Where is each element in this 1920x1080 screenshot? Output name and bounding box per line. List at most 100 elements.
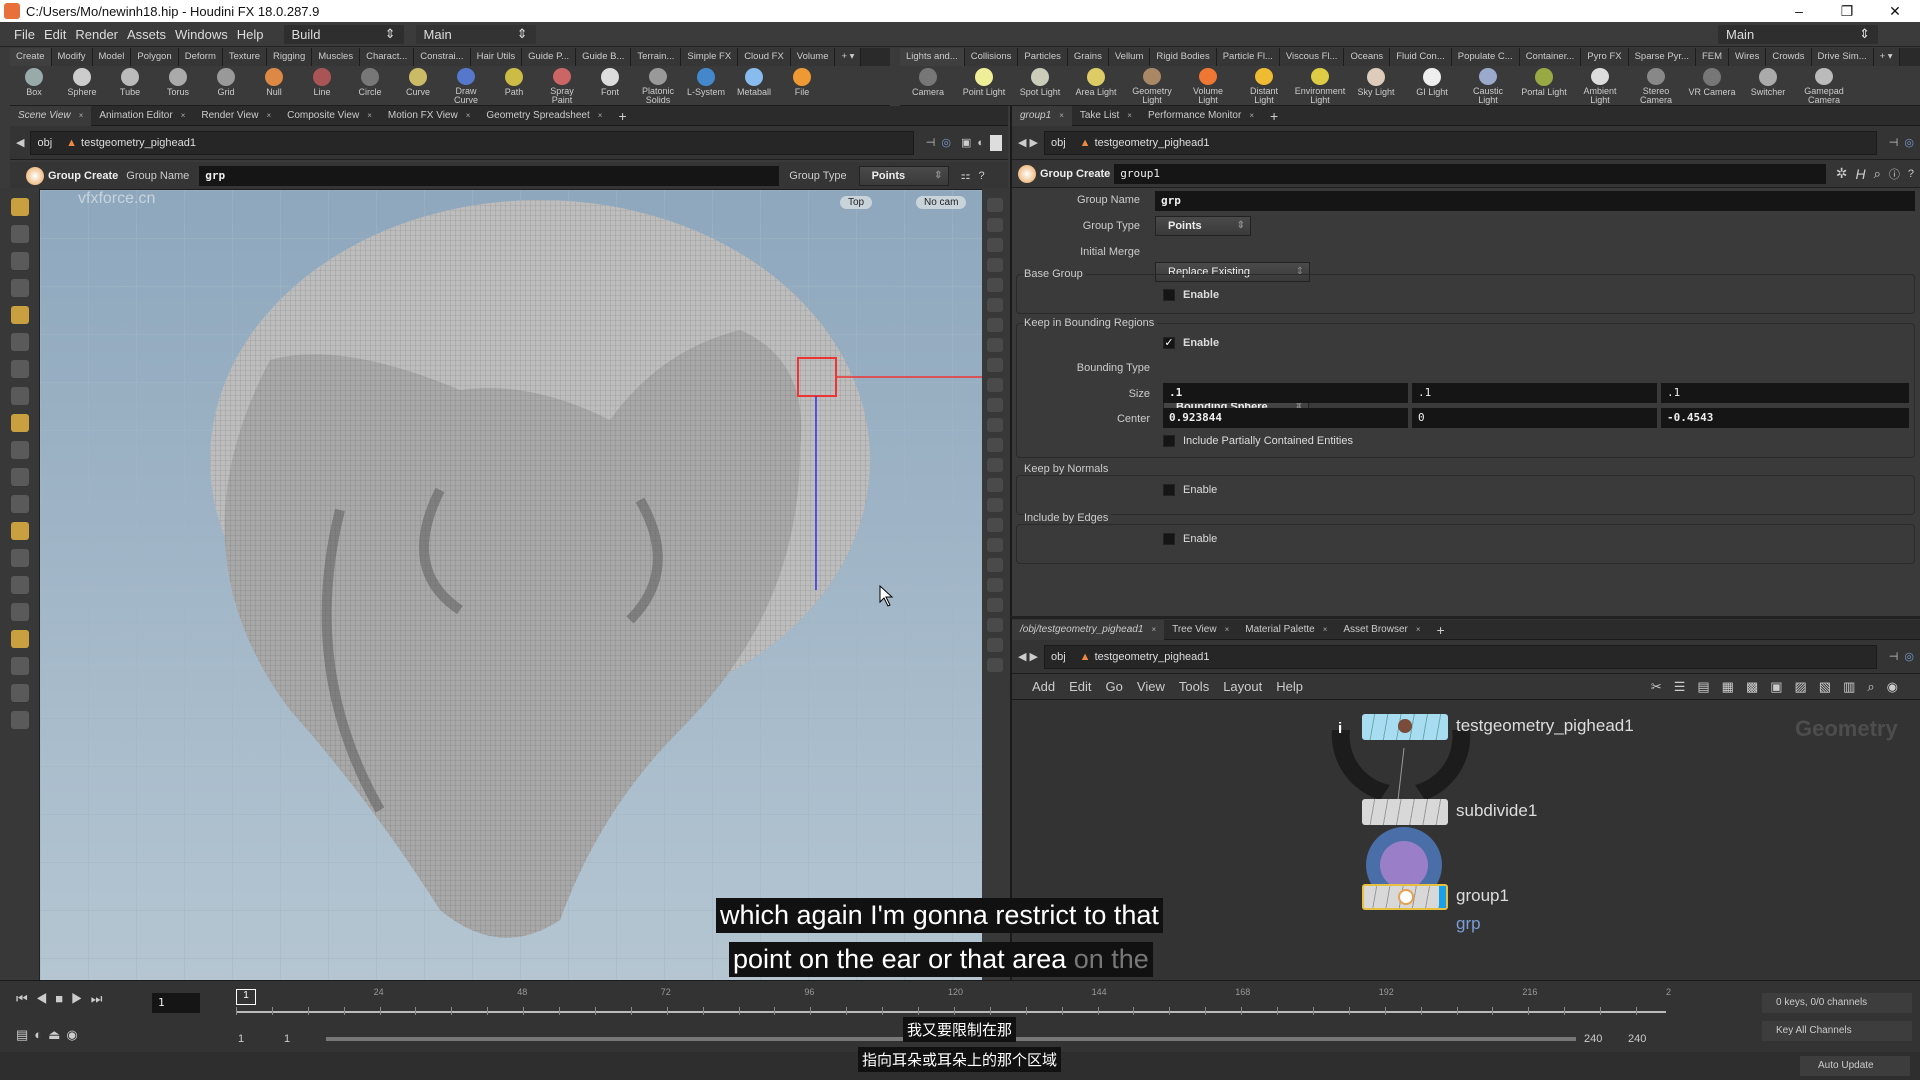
shelf-tab[interactable]: Rigid Bodies (1150, 48, 1217, 66)
viewport-tool-icon[interactable] (987, 518, 1003, 532)
range-end[interactable]: 240 (1584, 1033, 1602, 1045)
group-name-input[interactable]: grp (199, 165, 780, 186)
size-x-input[interactable]: .1 (1163, 383, 1408, 403)
add-tab-button[interactable]: + (1262, 106, 1286, 126)
shelf-tool[interactable]: Stereo Camera (1628, 66, 1684, 105)
viewport-tool-icon[interactable] (11, 252, 29, 270)
viewport-tool-icon[interactable] (987, 478, 1003, 492)
viewport-tool-icon[interactable] (11, 279, 29, 297)
shelf-tab[interactable]: FEM (1695, 48, 1730, 66)
shelf-tool[interactable]: Gamepad Camera (1796, 66, 1852, 105)
tab-take-list[interactable]: Take List × (1072, 106, 1140, 126)
center-z-input[interactable]: -0.4543 (1661, 408, 1909, 428)
shelf-tool[interactable]: Sphere (58, 66, 106, 105)
tab-asset-browser[interactable]: Asset Browser × (1335, 620, 1428, 640)
viewport-tool-icon[interactable] (987, 578, 1003, 592)
viewport-tool-icon[interactable] (987, 378, 1003, 392)
shelf-tool[interactable]: Geometry Light (1124, 66, 1180, 105)
viewport-tool-icon[interactable] (987, 438, 1003, 452)
group-type-select[interactable]: Points (1155, 216, 1251, 236)
shelf-tab[interactable]: Grains (1067, 48, 1109, 66)
node-subdivide1[interactable] (1362, 799, 1448, 825)
range-start-2[interactable]: 1 (284, 1033, 290, 1045)
shelf-tool[interactable]: Ambient Light (1572, 66, 1628, 105)
shelf-tool[interactable]: Torus (154, 66, 202, 105)
viewport-tool-icon[interactable] (11, 684, 29, 702)
key-all-channels-button[interactable]: Key All Channels (1762, 1021, 1912, 1041)
viewport[interactable]: vfxforce.cn Top No cam (40, 190, 982, 980)
viewport-tool-icon[interactable] (11, 657, 29, 675)
shelf-tool[interactable]: Point Light (956, 66, 1012, 105)
tab-geometry-spreadsheet[interactable]: Geometry Spreadsheet × (478, 106, 610, 126)
base-group-enable-checkbox[interactable] (1163, 289, 1175, 301)
shelf-tab[interactable]: Particles (1018, 48, 1068, 66)
viewport-tool-icon[interactable] (987, 458, 1003, 472)
shelf-tool[interactable]: Font (586, 66, 634, 105)
shelf-tool[interactable]: Path (490, 66, 538, 105)
shelf-tool[interactable]: Null (250, 66, 298, 105)
display-options-icon[interactable]: ▣ (961, 136, 971, 149)
shelf-tab[interactable]: Volume (790, 48, 836, 66)
size-y-input[interactable]: .1 (1412, 383, 1657, 403)
shelf-tab[interactable]: Hair Utils (470, 48, 523, 66)
current-frame-input[interactable]: 1 (152, 993, 200, 1013)
viewport-tool-icon[interactable] (987, 598, 1003, 612)
viewport-tool-icon[interactable] (11, 603, 29, 621)
shelf-tool[interactable]: Caustic Light (1460, 66, 1516, 105)
shelf-tool[interactable]: Portal Light (1516, 66, 1572, 105)
shelf-tab[interactable]: Guide P... (522, 48, 577, 66)
tab-performance-monitor[interactable]: Performance Monitor × (1140, 106, 1262, 126)
viewport-tool-icon[interactable] (987, 258, 1003, 272)
info-icon[interactable]: i (1338, 720, 1342, 737)
add-tab-button[interactable]: + (610, 106, 634, 126)
viewport-tool-icon[interactable] (987, 338, 1003, 352)
playback-controls[interactable]: ⏮◀■▶⏭ (16, 991, 110, 1007)
handle-options-icon[interactable]: ⚏ (961, 169, 971, 182)
edges-enable-checkbox[interactable] (1163, 533, 1175, 545)
network-toolbar-icons[interactable]: ✂☰▤▦▩▣▨▧▥⌕◉ (1651, 679, 1910, 695)
help-icon[interactable]: ? (1908, 168, 1914, 180)
timeline-option-icons[interactable]: ▤◐⏏◉ (16, 1027, 84, 1043)
bounding-enable-checkbox[interactable]: ✓ (1163, 337, 1175, 349)
net-menu-add[interactable]: Add (1032, 679, 1055, 694)
shelf-tool[interactable]: Spray Paint (538, 66, 586, 105)
info-icon[interactable]: ⓘ (1889, 166, 1900, 182)
tab-motion-fx-view[interactable]: Motion FX View × (380, 106, 479, 126)
link-icon[interactable]: ◎ (941, 136, 951, 149)
hscript-icon[interactable]: H (1855, 166, 1865, 182)
shelf-tool[interactable]: L-System (682, 66, 730, 105)
shelf-tab[interactable]: Polygon (131, 48, 179, 66)
viewport-tool-icon[interactable] (987, 658, 1003, 672)
auto-update-select[interactable]: Auto Update (1800, 1056, 1910, 1076)
viewport-tool-icon[interactable] (987, 278, 1003, 292)
display-flag[interactable] (1439, 886, 1446, 908)
tab-animation-editor[interactable]: Animation Editor × (91, 106, 193, 126)
viewport-tool-icon[interactable] (987, 358, 1003, 372)
size-z-input[interactable]: .1 (1661, 383, 1909, 403)
maximize-button[interactable]: ❐ (1824, 0, 1870, 22)
shelf-tool[interactable]: Curve (394, 66, 442, 105)
shelf-tab[interactable]: Modify (51, 48, 93, 66)
back-arrow-icon[interactable]: ◀ (16, 136, 24, 149)
shelf-tab[interactable]: Charact... (360, 48, 415, 66)
shelf-tool[interactable]: Camera (900, 66, 956, 105)
shelf-tool[interactable]: Grid (202, 66, 250, 105)
shelf-tab[interactable]: Collisions (964, 48, 1019, 66)
menu-assets[interactable]: Assets (127, 27, 166, 42)
shelf-tool[interactable]: Tube (106, 66, 154, 105)
path-obj[interactable]: obj (1051, 137, 1066, 149)
normals-enable-checkbox[interactable] (1163, 484, 1175, 496)
viewport-tool-icon[interactable] (11, 495, 29, 513)
viewport-tool-icon[interactable] (11, 522, 29, 540)
viewport-tool-icon[interactable] (987, 538, 1003, 552)
shelf-tool[interactable]: Switcher (1740, 66, 1796, 105)
shelf-tool[interactable]: Sky Light (1348, 66, 1404, 105)
link-icon[interactable]: ◎ (1904, 650, 1914, 663)
shelf-tool[interactable]: File (778, 66, 826, 105)
tab-tree-view[interactable]: Tree View × (1164, 620, 1237, 640)
shelf-tab[interactable]: Texture (222, 48, 268, 66)
add-shelf-tab-button[interactable]: + ▾ (1873, 48, 1900, 66)
shelf-tab[interactable]: Particle Fl... (1216, 48, 1280, 66)
net-menu-edit[interactable]: Edit (1069, 679, 1091, 694)
group-name-input[interactable]: grp (1155, 191, 1915, 211)
